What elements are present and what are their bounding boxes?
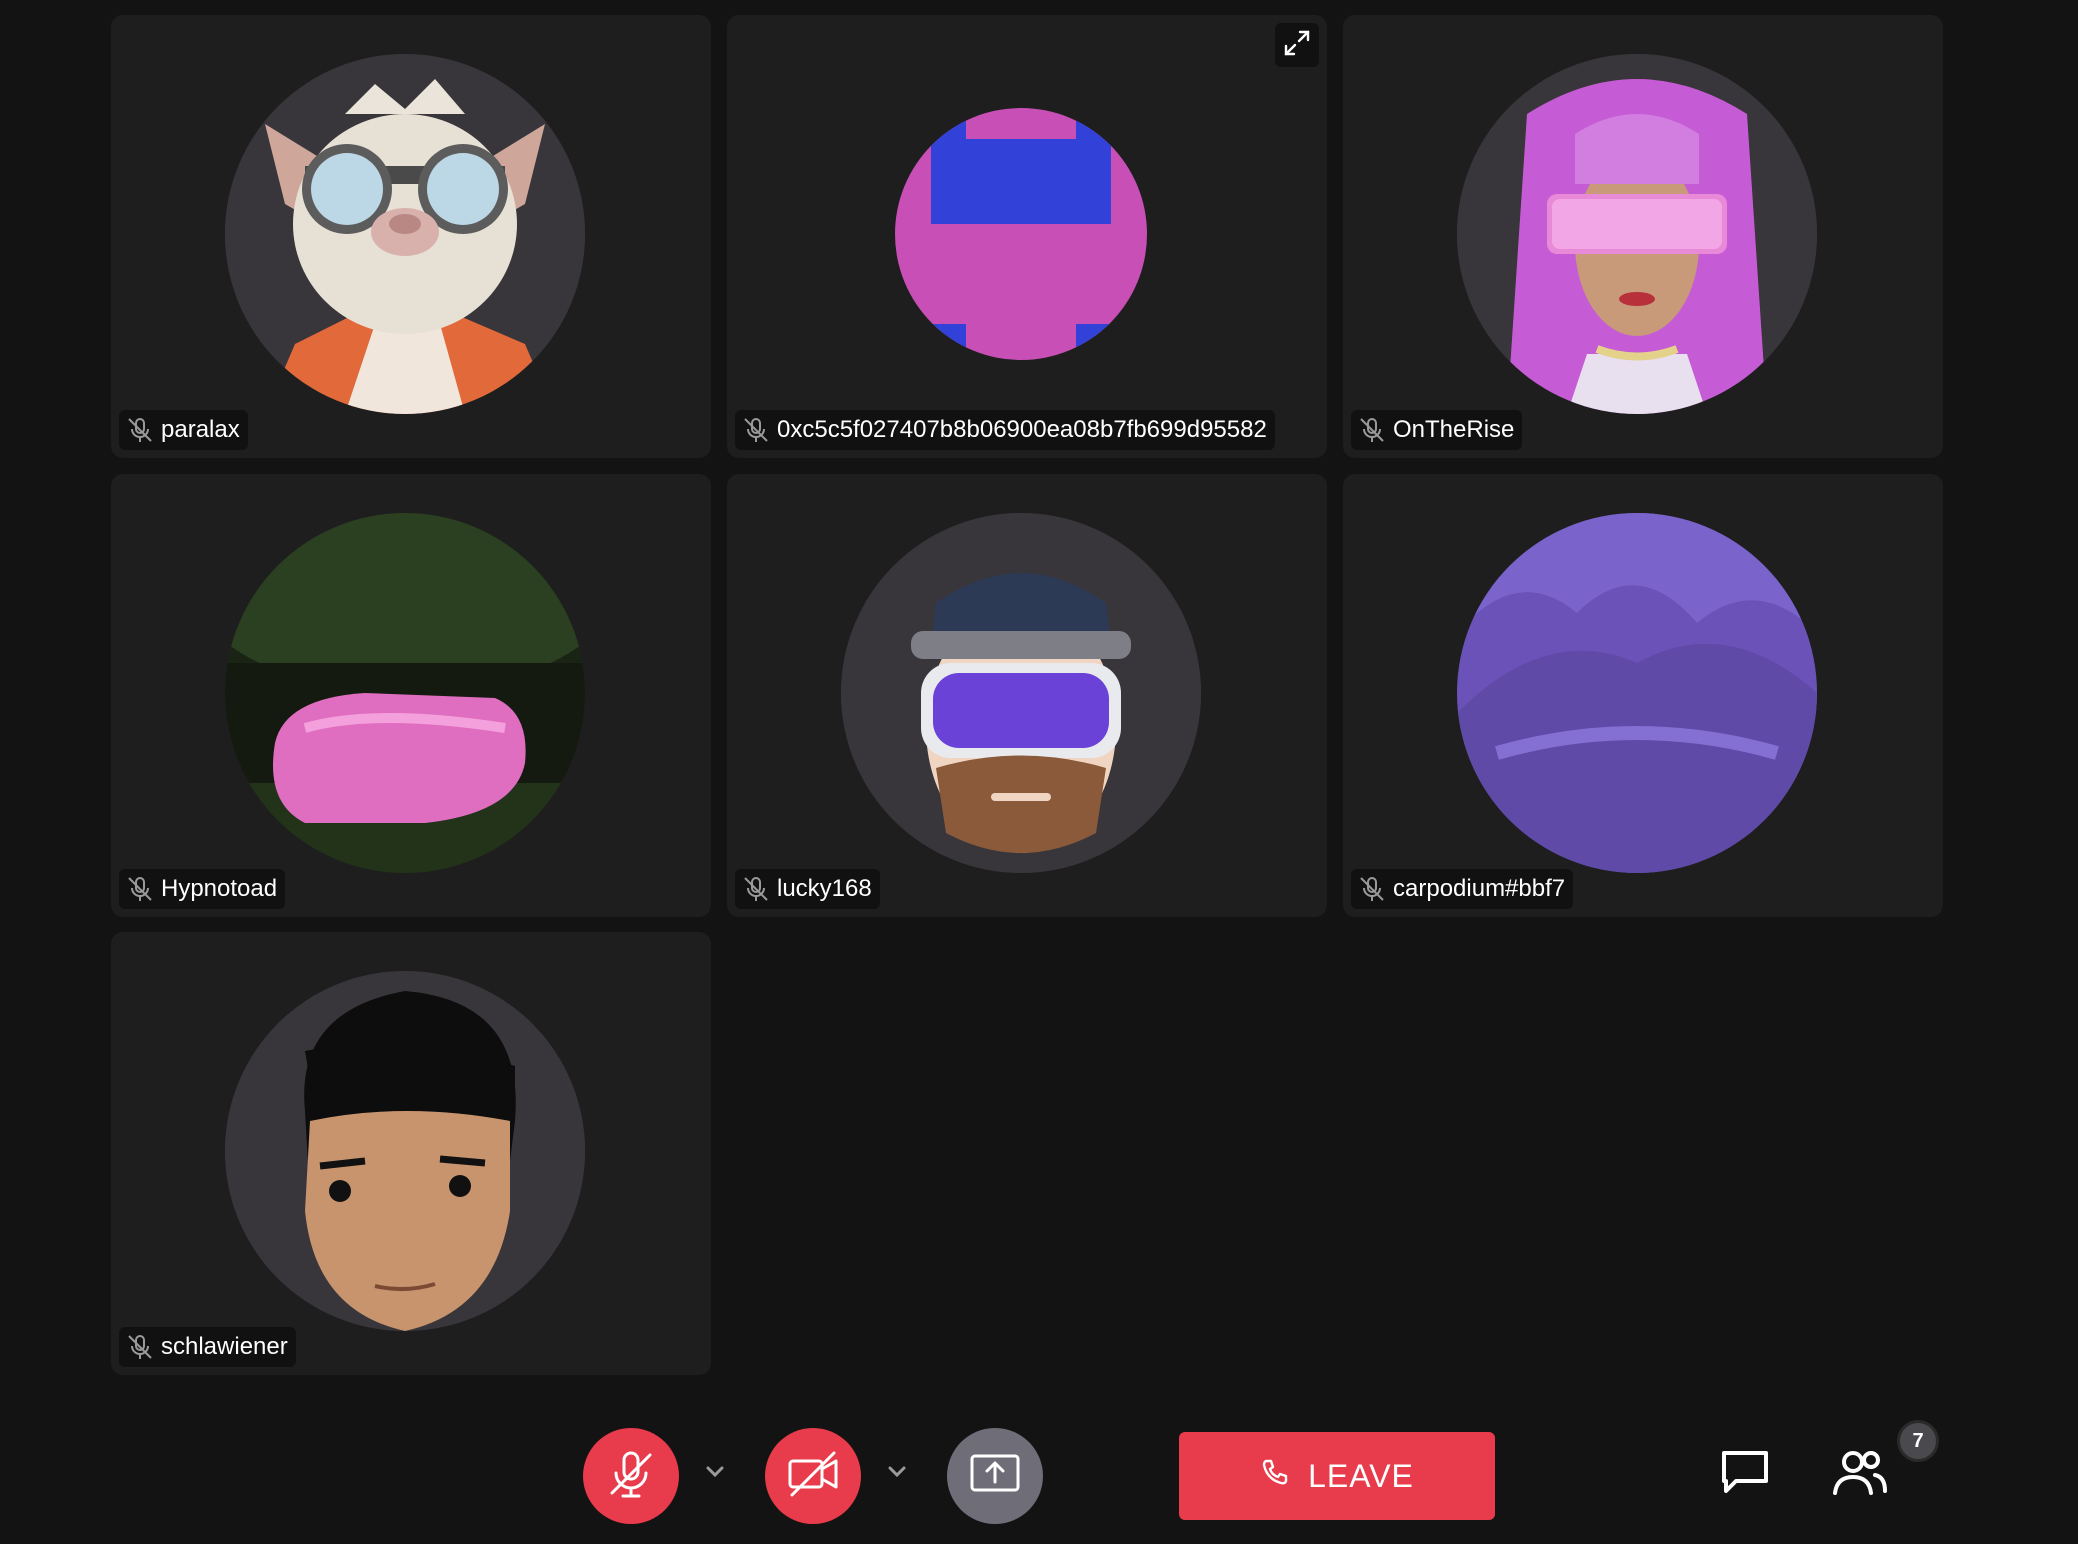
mic-muted-icon [741, 415, 771, 445]
participant-tile[interactable]: Hypnotoad [111, 474, 711, 917]
leave-button[interactable]: LEAVE [1179, 1432, 1495, 1520]
leave-label: LEAVE [1308, 1457, 1414, 1494]
people-icon [1831, 1447, 1889, 1504]
participant-tile[interactable]: paralax [111, 15, 711, 458]
participant-avatar [225, 513, 585, 873]
mic-muted-icon [125, 415, 155, 445]
camera-options-button[interactable] [882, 1458, 912, 1488]
participant-name-tag: schlawiener [119, 1327, 296, 1367]
mic-toggle-button[interactable] [583, 1428, 679, 1524]
mic-muted-icon [741, 874, 771, 904]
participant-avatar [841, 54, 1201, 414]
share-screen-button[interactable] [947, 1428, 1043, 1524]
participant-avatar [841, 513, 1201, 873]
phone-icon [1260, 1457, 1290, 1495]
expand-button[interactable] [1275, 23, 1319, 67]
chevron-down-icon [884, 1458, 910, 1489]
participant-avatar [225, 54, 585, 414]
mic-muted-icon [1357, 874, 1387, 904]
camera-toggle-button[interactable] [765, 1428, 861, 1524]
participant-name: paralax [161, 416, 240, 443]
participant-tile[interactable]: lucky168 [727, 474, 1327, 917]
participant-name-tag: paralax [119, 410, 248, 450]
chat-bubble-icon [1718, 1447, 1772, 1502]
mic-off-icon [604, 1447, 658, 1506]
participant-name-tag: OnTheRise [1351, 410, 1523, 450]
participant-avatar [225, 971, 585, 1331]
chat-button[interactable] [1715, 1444, 1775, 1504]
participant-avatar [1457, 513, 1817, 873]
participant-tile[interactable]: 0xc5c5f027407b8b06900ea08b7fb699d95582 [727, 15, 1327, 458]
participant-name-tag: 0xc5c5f027407b8b06900ea08b7fb699d95582 [735, 410, 1275, 450]
participant-grid: paralax 0xc5c5f027407b8b06900ea08b7fb699… [111, 15, 1943, 1375]
participant-name: lucky168 [777, 875, 872, 902]
camera-off-icon [784, 1447, 842, 1506]
participant-name-tag: Hypnotoad [119, 869, 286, 909]
call-toolbar: LEAVE 7 [0, 1420, 2078, 1544]
participant-tile[interactable]: OnTheRise [1343, 15, 1943, 458]
participant-tile[interactable]: carpodium#bbf7 [1343, 474, 1943, 917]
participant-name: Hypnotoad [161, 875, 278, 902]
participant-name-tag: carpodium#bbf7 [1351, 869, 1574, 909]
participant-tile[interactable]: schlawiener [111, 932, 711, 1375]
participants-button[interactable] [1829, 1444, 1891, 1506]
participant-name-tag: lucky168 [735, 869, 880, 909]
participant-name: carpodium#bbf7 [1393, 875, 1566, 902]
participant-count-badge: 7 [1897, 1420, 1939, 1462]
mic-muted-icon [125, 874, 155, 904]
chevron-down-icon [702, 1458, 728, 1489]
screen-share-icon [966, 1450, 1024, 1503]
participant-avatar [1457, 54, 1817, 414]
participant-name: 0xc5c5f027407b8b06900ea08b7fb699d95582 [777, 416, 1267, 443]
expand-icon [1282, 28, 1312, 63]
mic-muted-icon [125, 1332, 155, 1362]
participant-name: schlawiener [161, 1333, 288, 1360]
participant-name: OnTheRise [1393, 416, 1515, 443]
mic-muted-icon [1357, 415, 1387, 445]
mic-options-button[interactable] [700, 1458, 730, 1488]
